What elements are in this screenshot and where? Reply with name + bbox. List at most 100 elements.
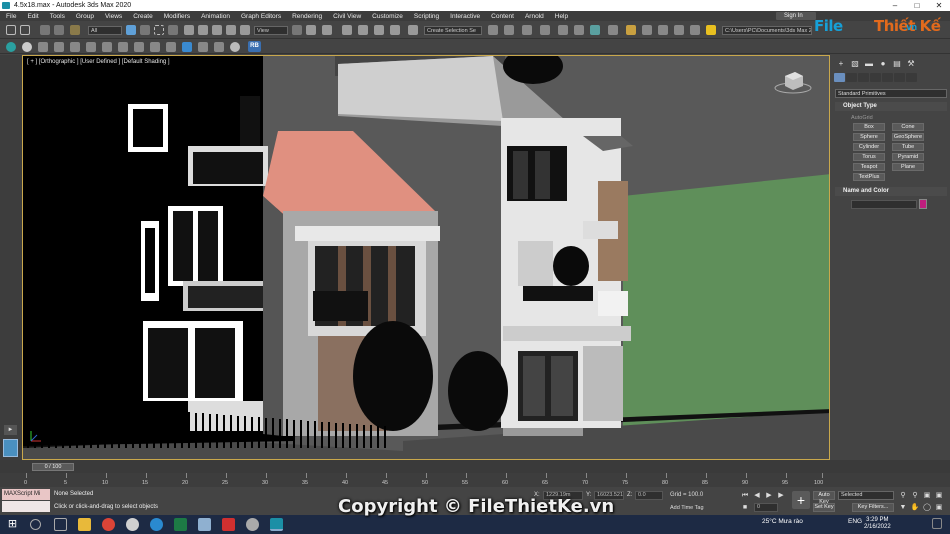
file-explorer-icon[interactable] <box>78 518 91 531</box>
geosphere-button[interactable]: GeoSphere <box>892 133 924 141</box>
window-crossing-icon[interactable] <box>168 25 178 35</box>
menu-customize[interactable]: Customize <box>372 13 403 20</box>
teapot-button[interactable]: Teapot <box>853 163 885 171</box>
chrome-icon[interactable] <box>102 518 115 531</box>
zoom-icon[interactable]: ⚲ <box>898 491 908 500</box>
menu-help[interactable]: Help <box>555 13 568 20</box>
tube-button[interactable]: Tube <box>892 143 924 151</box>
z-coordinate-field[interactable]: 0.0 <box>635 491 663 500</box>
hierarchy-tab[interactable]: ▬ <box>862 59 876 69</box>
detach-icon[interactable] <box>198 42 208 52</box>
render-in-cloud-icon[interactable] <box>690 25 700 35</box>
menu-graph-editors[interactable]: Graph Editors <box>241 13 281 20</box>
warning-icon[interactable] <box>706 25 716 35</box>
sphere-icon[interactable] <box>22 42 32 52</box>
close-button[interactable]: ✕ <box>928 0 950 11</box>
angle-snap-icon[interactable] <box>358 25 368 35</box>
render-setup-icon[interactable] <box>626 25 636 35</box>
edit-named-selection-icon[interactable] <box>408 25 418 35</box>
hide-icon[interactable] <box>102 42 112 52</box>
viewport-label[interactable]: [ + ] [Orthographic ] [User Defined ] [D… <box>27 59 170 65</box>
rectangle-selection-icon[interactable] <box>154 25 164 35</box>
pyramid-button[interactable]: Pyramid <box>892 153 924 161</box>
percent-snap-icon[interactable] <box>374 25 384 35</box>
object-type-rollout-header[interactable]: Object Type <box>835 102 947 111</box>
space-warps-icon[interactable] <box>894 73 905 82</box>
document-icon[interactable] <box>198 518 211 531</box>
torus-button[interactable]: Torus <box>853 153 885 161</box>
helpers-icon[interactable] <box>882 73 893 82</box>
attach-icon[interactable] <box>182 42 192 52</box>
curve-editor-icon[interactable] <box>574 25 584 35</box>
3dsmax-taskbar-icon[interactable] <box>270 518 283 531</box>
maxscript-input[interactable] <box>2 501 50 512</box>
viewport-toggle-icon[interactable] <box>3 439 18 457</box>
excel-icon[interactable] <box>174 518 187 531</box>
cameras-icon[interactable] <box>870 73 881 82</box>
box-button[interactable]: Box <box>853 123 885 131</box>
play-preview-icon[interactable]: ► <box>4 425 17 435</box>
object-name-field[interactable] <box>851 200 917 209</box>
menu-group[interactable]: Group <box>76 13 94 20</box>
menu-file[interactable]: File <box>6 13 16 20</box>
menu-create[interactable]: Create <box>133 13 153 20</box>
menu-views[interactable]: Views <box>105 13 122 20</box>
zoom-all-icon[interactable]: ⚲ <box>910 491 920 500</box>
menu-arnold[interactable]: Arnold <box>525 13 544 20</box>
freeze-icon[interactable] <box>86 42 96 52</box>
display-icon[interactable] <box>134 42 144 52</box>
menu-rendering[interactable]: Rendering <box>292 13 322 20</box>
task-view-icon[interactable] <box>54 518 67 531</box>
move-icon[interactable] <box>184 25 194 35</box>
autogrid-checkbox[interactable]: AutoGrid <box>851 115 873 121</box>
next-frame-icon[interactable]: ▶ <box>776 491 786 500</box>
zoom-extents-icon[interactable]: ▣ <box>922 491 932 500</box>
render-iterative-icon[interactable] <box>674 25 684 35</box>
select-box-icon[interactable] <box>38 42 48 52</box>
maxscript-listener[interactable]: MAXScript Mi <box>2 489 50 500</box>
spinner-snap-icon[interactable] <box>390 25 400 35</box>
snap-toggle-icon[interactable] <box>322 25 332 35</box>
link-icon[interactable] <box>40 25 50 35</box>
menu-edit[interactable]: Edit <box>27 13 38 20</box>
placement-icon[interactable] <box>226 25 236 35</box>
edge-icon[interactable] <box>150 518 163 531</box>
menu-content[interactable]: Content <box>491 13 514 20</box>
primitive-category-combo[interactable]: Standard Primitives <box>835 89 947 98</box>
current-frame-field[interactable]: 0 <box>754 503 778 512</box>
play-icon[interactable]: ▶ <box>764 491 774 500</box>
pivot-point-icon[interactable] <box>292 25 302 35</box>
select-by-name-icon[interactable] <box>140 25 150 35</box>
add-time-tag[interactable]: Add Time Tag <box>670 505 704 511</box>
perspective-viewport[interactable]: [ + ] [Orthographic ] [User Defined ] [D… <box>22 55 830 460</box>
cone-button[interactable]: Cone <box>892 123 924 131</box>
systems-icon[interactable] <box>906 73 917 82</box>
reference-coordinate-combo[interactable]: View <box>254 26 288 35</box>
rotate-icon[interactable] <box>198 25 208 35</box>
search-icon[interactable] <box>30 519 41 530</box>
sign-in-button[interactable]: Sign In <box>776 12 816 20</box>
named-selection-combo[interactable]: Create Selection Se <box>424 26 482 35</box>
object-color-swatch[interactable] <box>919 199 927 209</box>
redo-icon[interactable] <box>20 25 30 35</box>
display-tab[interactable]: ▤ <box>890 59 904 69</box>
zoom-extents-all-icon[interactable]: ▣ <box>934 491 944 500</box>
unlink-icon[interactable] <box>54 25 64 35</box>
maximize-button[interactable]: □ <box>906 0 928 11</box>
time-slider[interactable]: 0 / 100 <box>32 463 74 471</box>
lights-icon[interactable] <box>858 73 869 82</box>
lightbulb-icon[interactable] <box>230 42 240 52</box>
menu-interactive[interactable]: Interactive <box>450 13 480 20</box>
language-indicator[interactable]: ENG <box>848 518 862 525</box>
key-mode-icon[interactable]: ■ <box>740 503 750 512</box>
snaps-3d-icon[interactable] <box>342 25 352 35</box>
set-key-button[interactable]: Set Key <box>813 503 835 512</box>
pan-view-icon[interactable]: ✋ <box>910 503 920 512</box>
project-path-combo[interactable]: C:\Users\PC\Documents\3ds Max 2 <box>722 26 812 35</box>
menu-scripting[interactable]: Scripting <box>414 13 439 20</box>
maximize-viewport-icon[interactable]: ▣ <box>934 503 944 512</box>
ribbon-icon[interactable] <box>558 25 568 35</box>
undo-icon[interactable] <box>6 25 16 35</box>
ungroup-icon[interactable] <box>166 42 176 52</box>
set-key-plus-icon[interactable]: + <box>792 491 810 509</box>
